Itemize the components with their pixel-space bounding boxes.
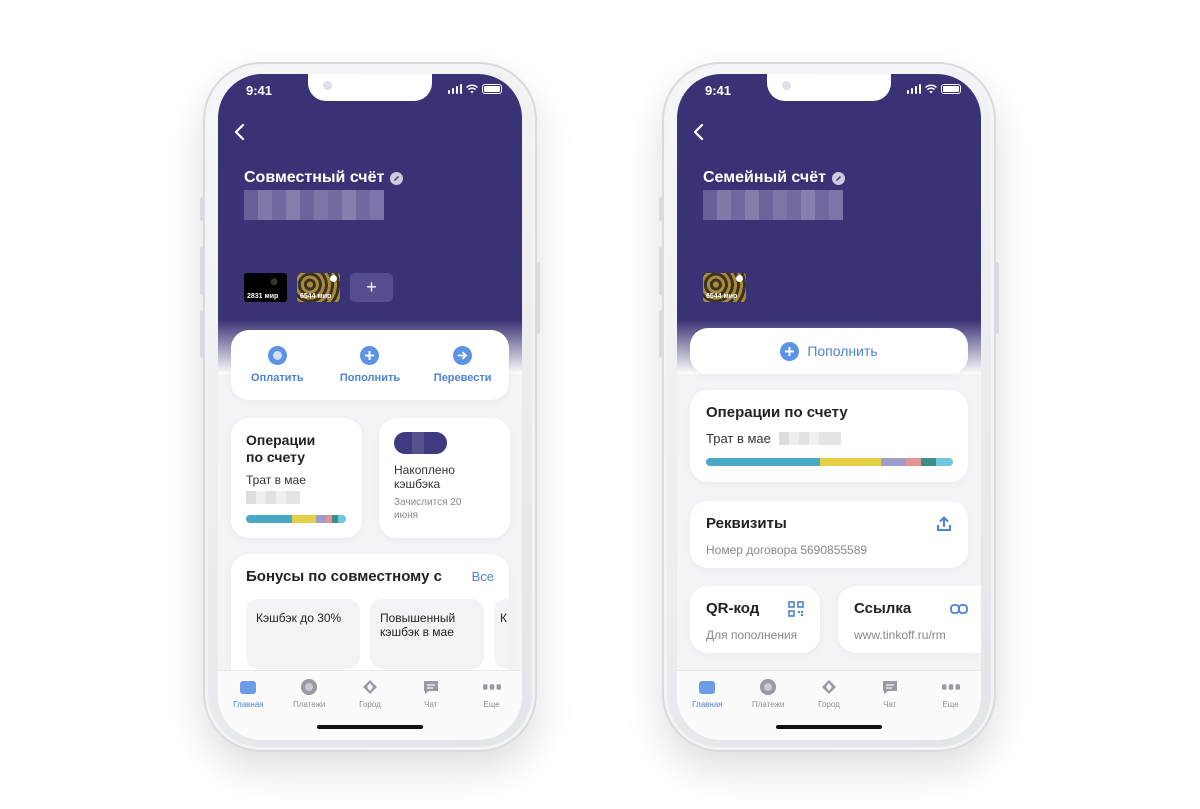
card-thumbnail[interactable]: 6544 мир xyxy=(703,273,746,302)
status-time: 9:41 xyxy=(246,83,273,98)
cashback-note: Зачислится 20 июня xyxy=(394,497,462,521)
cashback-card[interactable]: Накоплено кэшбэка Зачислится 20 июня xyxy=(379,418,510,538)
spending-label: Трат в мае xyxy=(706,431,771,446)
back-icon[interactable] xyxy=(230,122,250,142)
cards-row: 6544 мир xyxy=(703,273,746,302)
contract-number: Номер договора 5690855589 xyxy=(706,543,868,557)
header-background xyxy=(218,74,522,374)
operations-title: Операции по счету xyxy=(706,404,848,421)
chat-icon xyxy=(422,679,440,695)
qr-icon xyxy=(788,600,804,617)
plus-icon xyxy=(780,341,800,361)
status-time: 9:41 xyxy=(705,83,732,98)
battery-icon xyxy=(941,84,961,94)
operations-title: Операции по счету xyxy=(246,432,316,465)
arrow-right-icon xyxy=(453,346,473,365)
add-card-button[interactable]: + xyxy=(350,273,393,302)
home-icon xyxy=(239,679,257,695)
payments-icon xyxy=(300,679,318,695)
spending-bar xyxy=(706,458,953,466)
plus-icon xyxy=(360,346,380,365)
tab-home[interactable]: Главная xyxy=(682,679,732,740)
wifi-icon xyxy=(466,84,478,94)
notch xyxy=(767,74,891,101)
status-icons xyxy=(906,84,961,94)
card-thumbnail[interactable]: 6544 мир xyxy=(297,273,340,302)
cashback-amount-hidden xyxy=(394,432,447,454)
transfer-button[interactable]: Перевести xyxy=(423,346,503,384)
link-icon xyxy=(950,603,968,614)
tab-chat[interactable]: Чат xyxy=(406,679,456,740)
user-icon xyxy=(736,275,743,282)
tab-chat[interactable]: Чат xyxy=(865,679,915,740)
tab-bar: Главная Платежи Город Чат Еще xyxy=(677,670,981,740)
payments-icon xyxy=(759,679,777,695)
balance-hidden xyxy=(703,190,843,220)
screen-right: 9:41 Семейный счёт 6544 мир Пополнить Оп… xyxy=(677,74,981,740)
tab-city[interactable]: Город xyxy=(804,679,854,740)
home-icon xyxy=(698,679,716,695)
bonus-item[interactable]: Повышенный кэшбэк в мае xyxy=(370,599,484,669)
user-icon xyxy=(330,275,337,282)
tab-city[interactable]: Город xyxy=(345,679,395,740)
tab-payments[interactable]: Платежи xyxy=(743,679,793,740)
back-icon[interactable] xyxy=(689,122,709,142)
link-subtitle: www.tinkoff.ru/rm xyxy=(854,628,946,642)
account-title[interactable]: Семейный счёт xyxy=(703,169,845,187)
city-icon xyxy=(361,679,379,695)
city-icon xyxy=(820,679,838,695)
wifi-icon xyxy=(925,84,937,94)
topup-button[interactable]: Пополнить xyxy=(330,346,410,384)
bonus-item[interactable]: Кэшбэк до 30% xyxy=(246,599,360,669)
operations-card[interactable]: Операции по счету Трат в мае xyxy=(231,418,362,538)
account-title-text: Совместный счёт xyxy=(244,169,385,186)
home-indicator xyxy=(776,725,882,729)
requisites-card[interactable]: Реквизиты Номер договора 5690855589 xyxy=(690,501,968,568)
account-title-text: Семейный счёт xyxy=(703,169,826,186)
notch xyxy=(308,74,432,101)
spending-bar xyxy=(246,515,346,523)
bonus-item[interactable]: К д в xyxy=(494,599,509,669)
chat-icon xyxy=(881,679,899,695)
link-title: Ссылка xyxy=(854,600,912,617)
cards-row: 2831 мир 6544 мир + xyxy=(244,273,393,302)
share-icon[interactable] xyxy=(936,515,952,532)
balance-hidden xyxy=(244,190,384,220)
card-thumbnail[interactable]: 2831 мир xyxy=(244,273,287,302)
screen-left: 9:41 Совместный счёт 2831 мир 6544 мир + xyxy=(218,74,522,740)
pencil-icon[interactable] xyxy=(831,171,845,185)
requisites-title: Реквизиты xyxy=(706,515,787,532)
tab-more[interactable]: Еще xyxy=(926,679,976,740)
topup-button[interactable]: Пополнить xyxy=(690,328,968,374)
more-icon xyxy=(482,679,501,695)
qr-subtitle: Для пополнения xyxy=(706,628,798,642)
operations-card[interactable]: Операции по счету Трат в мае xyxy=(690,390,968,482)
spending-label: Трат в мае xyxy=(246,473,306,487)
link-card[interactable]: Ссылка www.tinkoff.ru/rm xyxy=(838,586,981,653)
qr-title: QR-код xyxy=(706,600,760,617)
qr-card[interactable]: QR-код Для пополнения xyxy=(690,586,820,653)
bonuses-all-link[interactable]: Все xyxy=(472,569,494,584)
tab-bar: Главная Платежи Город Чат Еще xyxy=(218,670,522,740)
spending-hidden xyxy=(246,490,300,504)
spending-hidden xyxy=(779,432,842,446)
pencil-icon[interactable] xyxy=(390,171,404,185)
quick-actions: Оплатить Пополнить Перевести xyxy=(231,330,509,400)
bonuses-title: Бонусы по совместному с xyxy=(246,568,442,585)
battery-icon xyxy=(482,84,502,94)
phone-right: 9:41 Семейный счёт 6544 мир Пополнить Оп… xyxy=(659,62,999,752)
tab-more[interactable]: Еще xyxy=(467,679,517,740)
tab-home[interactable]: Главная xyxy=(223,679,273,740)
tab-payments[interactable]: Платежи xyxy=(284,679,334,740)
more-icon xyxy=(941,679,960,695)
phone-left: 9:41 Совместный счёт 2831 мир 6544 мир + xyxy=(200,62,540,752)
circle-icon xyxy=(267,346,287,365)
account-title[interactable]: Совместный счёт xyxy=(244,169,404,187)
signal-icon xyxy=(447,84,462,94)
signal-icon xyxy=(906,84,921,94)
pay-button[interactable]: Оплатить xyxy=(237,346,317,384)
cashback-label: Накоплено кэшбэка xyxy=(394,463,455,491)
home-indicator xyxy=(317,725,423,729)
status-icons xyxy=(447,84,502,94)
